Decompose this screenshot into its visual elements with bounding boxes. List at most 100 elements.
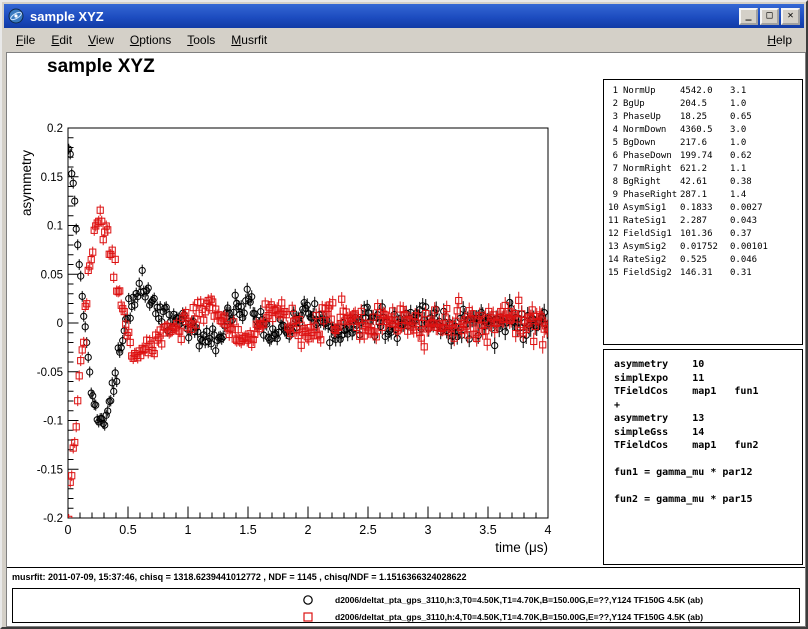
parameter-row: 15FieldSig2146.310.31	[608, 267, 798, 280]
param-name: PhaseRight	[623, 189, 680, 202]
minimize-button[interactable]: _	[739, 8, 758, 25]
x-tick-label: 3	[425, 523, 432, 537]
param-no: 1	[608, 85, 623, 98]
param-error: 1.0	[730, 137, 798, 150]
x-tick-label: 0.5	[119, 523, 136, 537]
legend-row: d2006/deltat_pta_gps_3110,h:4,T0=4.50K,T…	[13, 608, 799, 625]
param-error: 1.0	[730, 98, 798, 111]
param-value: 4360.5	[680, 124, 730, 137]
param-value: 287.1	[680, 189, 730, 202]
param-name: RateSig2	[623, 254, 680, 267]
y-tick-label: -0.15	[37, 464, 63, 476]
x-tick-label: 2	[305, 523, 312, 537]
param-value: 0.01752	[680, 241, 730, 254]
param-error: 3.0	[730, 124, 798, 137]
square-marker-icon	[301, 610, 315, 624]
param-no: 4	[608, 124, 623, 137]
fit-status-line: musrfit: 2011-07-09, 15:37:46, chisq = 1…	[12, 572, 467, 582]
y-tick-label: 0	[57, 318, 63, 330]
param-error: 1.1	[730, 163, 798, 176]
param-value: 621.2	[680, 163, 730, 176]
parameter-row: 10AsymSig10.18330.0027	[608, 202, 798, 215]
parameter-row: 8BgRight42.610.38	[608, 176, 798, 189]
menu-edit[interactable]: Edit	[43, 31, 80, 49]
param-name: RateSig1	[623, 215, 680, 228]
param-error: 3.1	[730, 85, 798, 98]
y-tick-label: 0.15	[41, 172, 63, 184]
parameter-row: 7NormRight621.21.1	[608, 163, 798, 176]
parameter-row: 14RateSig20.5250.046	[608, 254, 798, 267]
param-name: NormDown	[623, 124, 680, 137]
param-error: 0.31	[730, 267, 798, 280]
y-tick-label: 0.1	[47, 221, 63, 233]
menu-help[interactable]: Help	[759, 31, 800, 49]
y-tick-label: 0.2	[47, 123, 63, 135]
theory-text: asymmetry 10 simplExpo 11 TFieldCos map1…	[614, 358, 792, 507]
theory-box: asymmetry 10 simplExpo 11 TFieldCos map1…	[603, 349, 803, 565]
param-error: 0.046	[730, 254, 798, 267]
close-button[interactable]: ✕	[781, 8, 800, 25]
y-tick-label: -0.2	[43, 513, 63, 525]
application-window: sample XYZ _□✕ FileEditViewOptionsToolsM…	[0, 0, 808, 629]
param-error: 0.62	[730, 150, 798, 163]
param-error: 0.38	[730, 176, 798, 189]
param-name: NormRight	[623, 163, 680, 176]
menu-tools[interactable]: Tools	[179, 31, 223, 49]
param-no: 8	[608, 176, 623, 189]
param-name: FieldSig1	[623, 228, 680, 241]
parameter-row: 12FieldSig1101.360.37	[608, 228, 798, 241]
param-value: 18.25	[680, 111, 730, 124]
circle-marker-icon	[301, 593, 315, 607]
title-bar[interactable]: sample XYZ _□✕	[4, 4, 804, 28]
menu-musrfit[interactable]: Musrfit	[223, 31, 275, 49]
y-tick-label: -0.1	[43, 416, 63, 428]
param-no: 15	[608, 267, 623, 280]
param-no: 10	[608, 202, 623, 215]
param-name: BgRight	[623, 176, 680, 189]
x-tick-label: 4	[545, 523, 552, 537]
parameter-row: 13AsymSig20.017520.00101	[608, 241, 798, 254]
y-tick-label: 0.05	[41, 269, 63, 281]
data-series-square	[66, 205, 551, 525]
menu-view[interactable]: View	[80, 31, 122, 49]
param-no: 12	[608, 228, 623, 241]
parameter-row: 6PhaseDown199.740.62	[608, 150, 798, 163]
root-canvas: -0.2 -0.15 -0.1 -0.05 0 0.05 0.1 0.15 0.2 0 0.5 1 1.…	[6, 52, 806, 627]
param-no: 7	[608, 163, 623, 176]
param-no: 13	[608, 241, 623, 254]
param-error: 0.0027	[730, 202, 798, 215]
parameter-row: 4NormDown4360.53.0	[608, 124, 798, 137]
param-no: 14	[608, 254, 623, 267]
menu-file[interactable]: File	[8, 31, 43, 49]
param-value: 2.287	[680, 215, 730, 228]
param-name: NormUp	[623, 85, 680, 98]
param-name: FieldSig2	[623, 267, 680, 280]
param-error: 0.00101	[730, 241, 798, 254]
parameter-row: 5BgDown217.61.0	[608, 137, 798, 150]
param-no: 5	[608, 137, 623, 150]
param-value: 0.525	[680, 254, 730, 267]
parameter-row: 11RateSig12.2870.043	[608, 215, 798, 228]
param-value: 42.61	[680, 176, 730, 189]
param-no: 6	[608, 150, 623, 163]
param-name: PhaseUp	[623, 111, 680, 124]
x-tick-label: 1	[185, 523, 192, 537]
plot-title: sample XYZ	[47, 56, 155, 78]
param-error: 0.65	[730, 111, 798, 124]
param-no: 11	[608, 215, 623, 228]
maximize-button[interactable]: □	[760, 8, 779, 25]
param-error: 0.37	[730, 228, 798, 241]
x-tick-label: 3.5	[479, 523, 496, 537]
parameter-row: 1NormUp4542.03.1	[608, 85, 798, 98]
y-tick-label: -0.05	[37, 367, 63, 379]
param-value: 101.36	[680, 228, 730, 241]
menu-bar: FileEditViewOptionsToolsMusrfit Help	[4, 29, 804, 50]
param-value: 204.5	[680, 98, 730, 111]
app-icon	[8, 8, 24, 24]
parameter-row: 3PhaseUp18.250.65	[608, 111, 798, 124]
menu-options[interactable]: Options	[122, 31, 179, 49]
x-tick-label: 0	[65, 523, 72, 537]
y-axis-title: asymmetry	[19, 150, 34, 216]
x-axis-title: time (μs)	[495, 540, 548, 555]
asymmetry-plot[interactable]: -0.2-0.15-0.1-0.0500.050.10.150.200.511.…	[7, 53, 572, 565]
